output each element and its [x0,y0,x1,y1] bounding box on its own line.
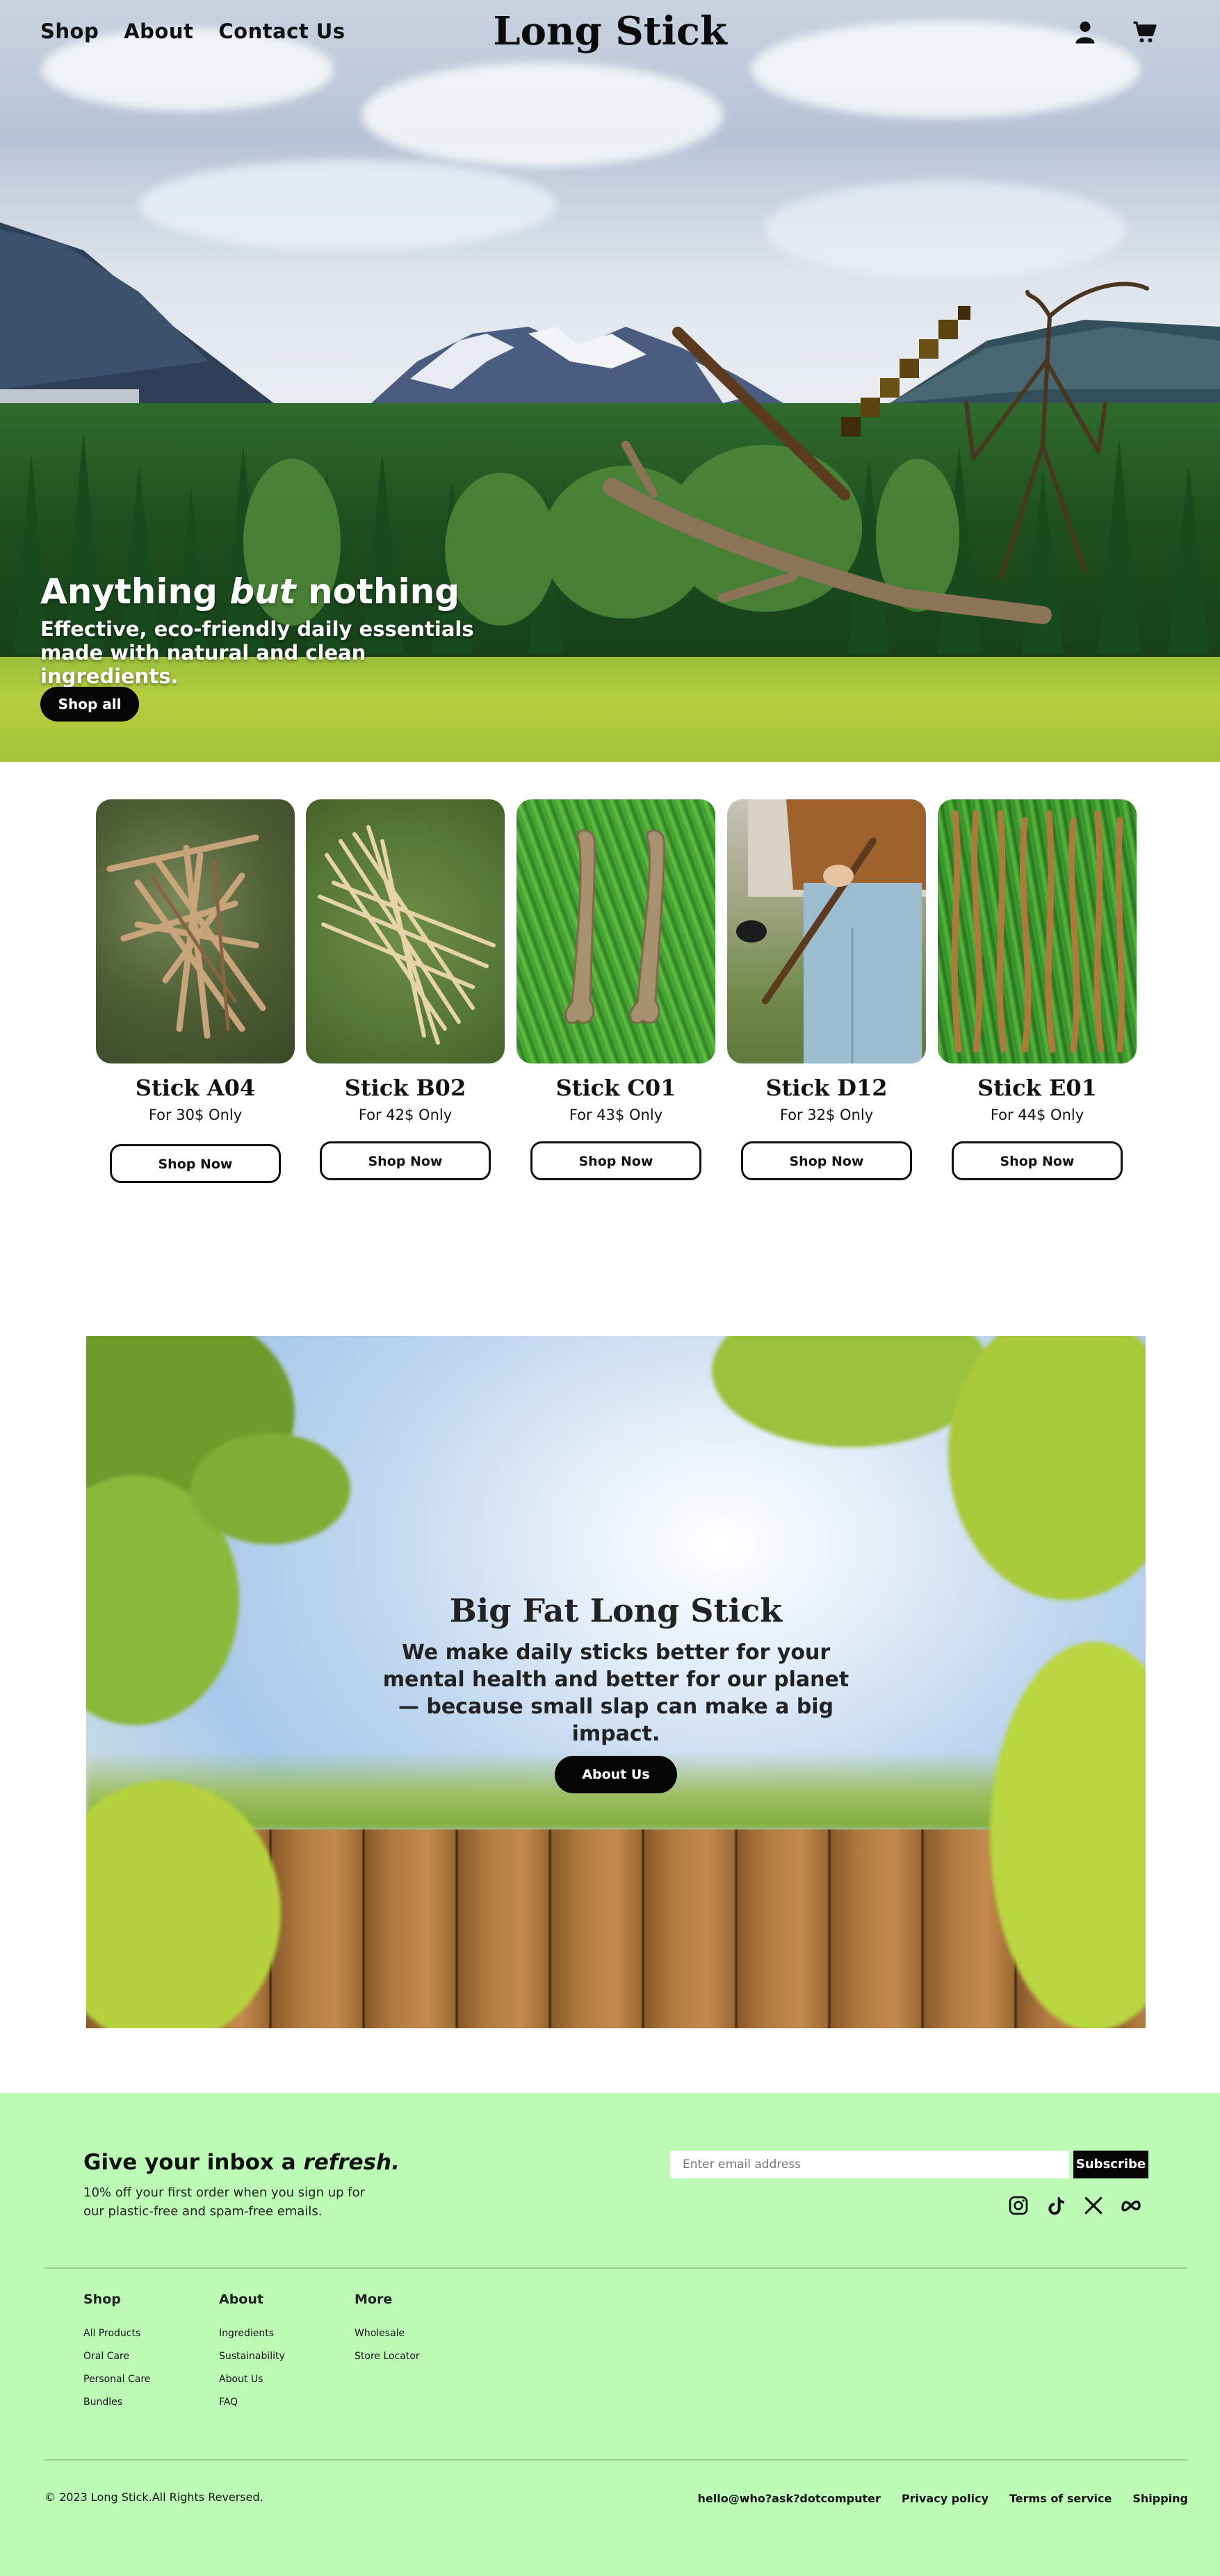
footer-column-shop: Shop All Products Oral Care Personal Car… [83,2292,150,2420]
product-card[interactable]: Stick C01 For 43$ Only Shop Now [517,799,715,1180]
product-price: For 43$ Only [569,1107,663,1123]
tiktok-icon[interactable] [1045,2194,1067,2217]
instagram-icon[interactable] [1007,2194,1030,2217]
footer-column-more: More Wholesale Store Locator [355,2292,420,2374]
newsletter-title: Give your inbox a refresh. [83,2150,400,2175]
footer-link[interactable]: Bundles [83,2397,150,2408]
child-with-stick-illustration [736,799,926,1063]
bones-illustration [564,829,665,1025]
footer-divider [44,2459,1187,2461]
product-card[interactable]: Stick A04 For 30$ Only Shop Now [96,799,295,1183]
product-price: For 30$ Only [148,1107,243,1123]
header-icons [1073,19,1157,44]
shop-now-button[interactable]: Shop Now [741,1141,912,1180]
site-footer: Give your inbox a refresh. 10% off your … [0,2093,1220,2576]
sticks-bundle-illustration [318,825,496,1045]
nav-about[interactable]: About [124,19,193,43]
about-banner: Big Fat Long Stick We make daily sticks … [86,1336,1146,2028]
copyright-text: © 2023 Long Stick.All Rights Reversed. [44,2491,263,2504]
sticks-bundle-illustration [106,834,266,1039]
product-card[interactable]: Stick E01 For 44$ Only Shop Now [938,799,1137,1180]
product-image-stick-b02[interactable] [306,799,505,1063]
brand-logo-text[interactable]: Long Stick [493,8,727,54]
product-price: For 42$ Only [358,1107,453,1123]
footer-divider [44,2267,1187,2269]
main-nav: Shop About Contact Us [40,19,345,43]
account-icon[interactable] [1073,19,1098,44]
twisted-sticks-illustration [951,810,1125,1053]
privacy-policy-link[interactable]: Privacy policy [902,2492,989,2505]
footer-link[interactable]: Wholesale [355,2328,420,2339]
banner-content: Big Fat Long Stick We make daily sticks … [86,1592,1146,1793]
contact-email-link[interactable]: hello@who?ask?dotcomputer [698,2492,881,2505]
shop-now-button[interactable]: Shop Now [320,1141,491,1180]
shop-all-button[interactable]: Shop all [40,687,139,722]
product-name: Stick D12 [765,1075,888,1101]
nav-contact[interactable]: Contact Us [218,19,345,43]
product-name: Stick E01 [977,1075,1097,1101]
leaf-cluster [948,1336,1146,1600]
product-name: Stick C01 [555,1075,676,1101]
product-price: For 44$ Only [990,1107,1084,1123]
footer-link[interactable]: Personal Care [83,2374,150,2385]
product-name: Stick A04 [135,1075,256,1101]
product-image-stick-a04[interactable] [96,799,295,1063]
product-card[interactable]: Stick D12 For 32$ Only Shop Now [727,799,926,1180]
hero-section: Shop About Contact Us Long Stick Anythin… [0,0,1220,762]
product-card[interactable]: Stick B02 For 42$ Only Shop Now [306,799,505,1180]
footer-column-heading: More [355,2292,393,2307]
meta-icon[interactable] [1120,2194,1142,2217]
product-image-stick-e01[interactable] [938,799,1137,1063]
hero-text-block: Anything but nothing Effective, eco-frie… [40,571,499,688]
leaf-cluster [712,1336,990,1447]
nav-shop[interactable]: Shop [40,19,99,43]
leaf-cluster [190,1433,350,1544]
footer-link[interactable]: Oral Care [83,2351,150,2362]
product-grid: Stick A04 For 30$ Only Shop Now Stick B0… [0,799,1220,1189]
shipping-link[interactable]: Shipping [1132,2492,1188,2505]
product-price: For 32$ Only [779,1107,874,1123]
x-icon[interactable] [1082,2194,1105,2217]
product-image-stick-d12[interactable] [727,799,926,1063]
footer-link[interactable]: FAQ [219,2397,285,2408]
shop-now-button[interactable]: Shop Now [110,1144,281,1183]
footer-column-heading: Shop [83,2292,121,2307]
terms-of-service-link[interactable]: Terms of service [1009,2492,1112,2505]
banner-title: Big Fat Long Stick [449,1592,783,1629]
banner-text: We make daily sticks better for your men… [382,1640,849,1746]
footer-link[interactable]: Sustainability [219,2351,285,2362]
footer-column-heading: About [219,2292,263,2307]
social-links [1007,2194,1142,2217]
shop-now-button[interactable]: Shop Now [530,1141,701,1180]
product-name: Stick B02 [344,1075,466,1101]
email-input[interactable] [670,2151,1069,2178]
footer-link[interactable]: About Us [219,2374,285,2385]
shop-now-button[interactable]: Shop Now [952,1141,1123,1180]
product-image-stick-c01[interactable] [517,799,715,1063]
hero-subtitle: Effective, eco-friendly daily essentials… [40,617,474,688]
footer-link[interactable]: Store Locator [355,2351,420,2362]
cart-icon[interactable] [1132,19,1157,44]
legal-links: hello@who?ask?dotcomputer Privacy policy… [698,2492,1189,2505]
footer-column-about: About Ingredients Sustainability About U… [219,2292,285,2420]
subscribe-button[interactable]: Subscribe [1073,2151,1148,2178]
newsletter-description: 10% off your first order when you sign u… [83,2185,366,2219]
hero-title: Anything but nothing [40,571,460,612]
footer-link[interactable]: All Products [83,2328,150,2339]
footer-link[interactable]: Ingredients [219,2328,285,2339]
about-us-button[interactable]: About Us [555,1756,677,1793]
